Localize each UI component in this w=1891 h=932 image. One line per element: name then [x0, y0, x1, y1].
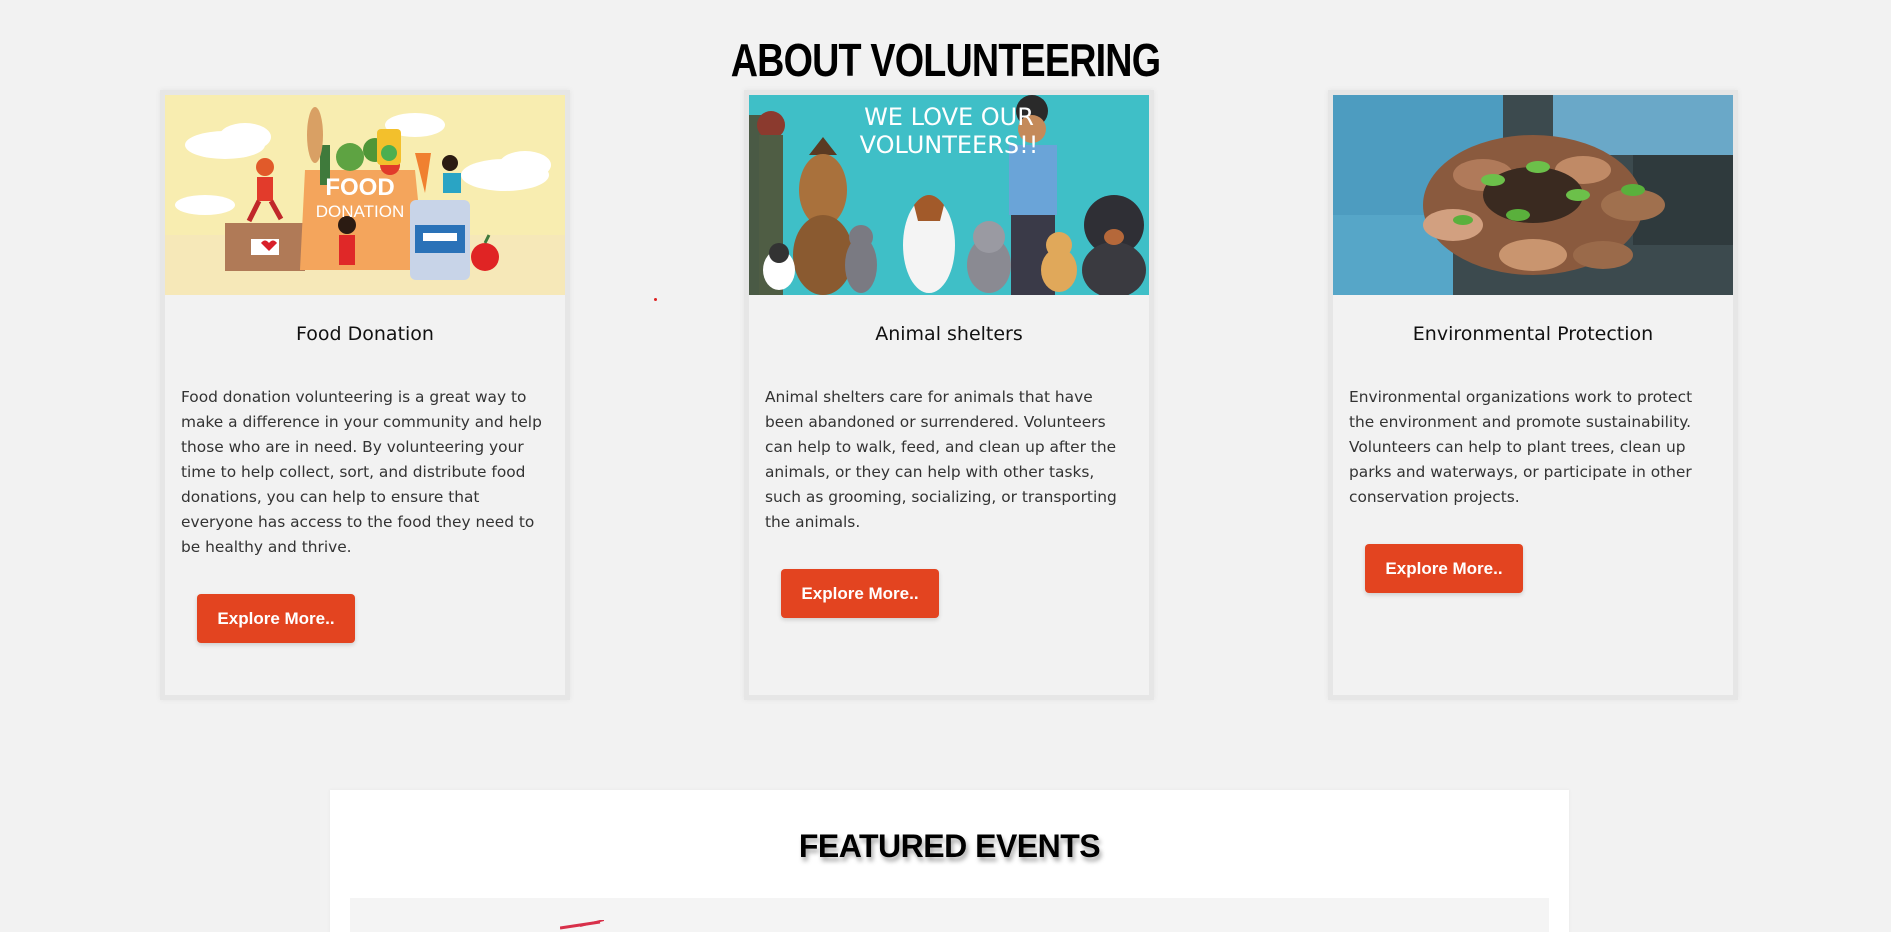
explore-more-button-environment[interactable]: Explore More.. — [1365, 544, 1523, 593]
animal-image-text-1: WE LOVE OUR — [864, 103, 1034, 131]
card-title: Environmental Protection — [1412, 323, 1654, 345]
featured-events-section: FEATURED EVENTS — [330, 790, 1569, 932]
decorative-dot — [654, 298, 657, 301]
card-title: Food Donation — [296, 323, 434, 345]
animal-shelters-image: WE LOVE OUR VOLUNTEERS!! — [749, 95, 1149, 295]
card-environmental-protection: Environmental Protection Environmental o… — [1328, 90, 1738, 700]
food-image-text-2: DONATION — [316, 202, 404, 221]
food-donation-image: FOOD DONATION — [165, 95, 565, 295]
card-animal-shelters: WE LOVE OUR VOLUNTEERS!! Animal shelters… — [744, 90, 1154, 700]
animal-shelter-illustration: WE LOVE OUR VOLUNTEERS!! — [749, 95, 1149, 295]
food-donation-illustration: FOOD DONATION — [165, 95, 565, 295]
explore-more-button-food[interactable]: Explore More.. — [197, 594, 355, 643]
card-description: Environmental organizations work to prot… — [1349, 388, 1693, 506]
card-description: Animal shelters care for animals that ha… — [765, 388, 1117, 531]
about-volunteering-heading: ABOUT VOLUNTEERING — [730, 34, 1161, 86]
card-description: Food donation volunteering is a great wa… — [181, 388, 542, 556]
page: ABOUT VOLUNTEERING FOOD DONATION Food Do… — [0, 0, 1891, 932]
environment-hands-photo — [1333, 95, 1733, 295]
featured-events-content — [350, 898, 1549, 932]
featured-events-heading: FEATURED EVENTS — [798, 828, 1101, 864]
food-image-text-1: FOOD — [325, 174, 394, 201]
card-title: Animal shelters — [875, 323, 1023, 345]
environmental-protection-image — [1333, 95, 1733, 295]
explore-more-button-animals[interactable]: Explore More.. — [781, 569, 939, 618]
event-thumbnail-fragment — [560, 920, 604, 930]
card-food-donation: FOOD DONATION Food Donation Food donatio… — [160, 90, 570, 700]
animal-image-text-2: VOLUNTEERS!! — [860, 131, 1039, 159]
